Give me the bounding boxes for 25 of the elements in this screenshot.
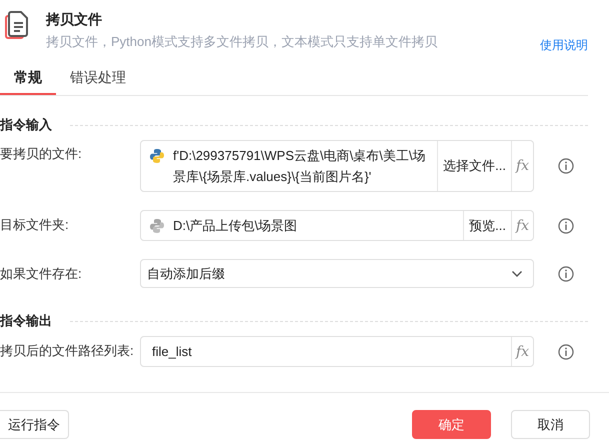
dropdown-field[interactable]: 自动添加后缀 bbox=[140, 259, 534, 288]
dialog-description: 拷贝文件，Python模式支持多文件拷贝，文本模式只支持单文件拷贝 bbox=[46, 33, 438, 51]
variable-input-field[interactable]: file_list fx bbox=[140, 336, 534, 367]
info-icon[interactable] bbox=[558, 266, 574, 282]
run-command-button[interactable]: 运行指令 bbox=[0, 410, 69, 439]
path-input-field[interactable]: f'D:\299375791\WPS云盘\电商\桌布\美工\场景库\{场景库.values}\{当前图片名}' 选择文件... fx bbox=[140, 140, 534, 192]
path-input-field[interactable]: D:\产品上传包\场景图 预览... fx bbox=[140, 210, 534, 241]
info-icon[interactable] bbox=[558, 344, 574, 360]
chevron-down-icon bbox=[511, 270, 523, 278]
field-label: 要拷贝的文件: bbox=[0, 145, 83, 163]
field-value: D:\产品上传包\场景图 bbox=[173, 217, 298, 235]
dropdown-value: 自动添加后缀 bbox=[147, 264, 225, 282]
field-label: 拷贝后的文件路径列表: bbox=[0, 342, 135, 360]
tab[interactable]: 常规 bbox=[0, 62, 56, 95]
info-icon[interactable] bbox=[558, 158, 574, 174]
field-value: file_list bbox=[152, 343, 192, 361]
tab[interactable]: 错误处理 bbox=[56, 62, 140, 95]
help-link[interactable]: 使用说明 bbox=[540, 37, 588, 54]
document-icon bbox=[5, 10, 31, 40]
dialog-title: 拷贝文件 bbox=[46, 10, 103, 28]
field-label: 目标文件夹: bbox=[0, 216, 70, 234]
field-label: 如果文件存在: bbox=[0, 265, 83, 283]
info-icon[interactable] bbox=[558, 218, 574, 234]
field-value: f'D:\299375791\WPS云盘\电商\桌布\美工\场景库\{场景库.values}\{当前图片名}' bbox=[173, 147, 426, 186]
cancel-button[interactable]: 取消 bbox=[511, 410, 590, 439]
